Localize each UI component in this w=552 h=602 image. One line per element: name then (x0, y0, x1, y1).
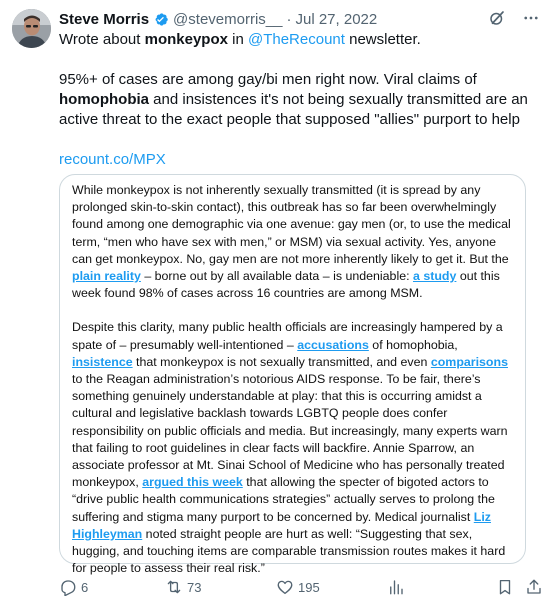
reply-icon (61, 580, 76, 596)
author-name[interactable]: Steve Morris (59, 11, 149, 28)
bookmark-button[interactable] (496, 576, 514, 598)
share-button[interactable] (525, 576, 543, 598)
avatar[interactable] (12, 9, 51, 48)
like-icon (277, 580, 293, 595)
link-comparisons: comparisons (430, 354, 508, 369)
attached-image[interactable]: While monkeypox is not inherently sexual… (59, 174, 526, 575)
tweet-text: Wrote about monkeypox in @TheRecount new… (59, 30, 541, 170)
bookmark-icon (499, 579, 511, 595)
views-icon (390, 580, 403, 595)
action-bar: 6 73 195 (59, 576, 541, 598)
tweet-header: Steve Morris @stevemorris__ · Jul 27, 20… (59, 9, 540, 29)
bold-homophobia: homophobia (59, 91, 149, 108)
more-options-icon[interactable] (522, 9, 540, 27)
text-segment: in (227, 31, 248, 48)
text-segment: newsletter. (344, 31, 421, 48)
tweet-date[interactable]: Jul 27, 2022 (295, 11, 377, 28)
like-button[interactable]: 195 (276, 576, 320, 598)
text-segment: that monkeypox is not sexually transmitt… (132, 354, 431, 369)
link-accusations: accusations (297, 337, 369, 352)
link-plain-reality: plain reality (72, 269, 141, 284)
text-segment: to the Reagan administration’s notorious… (72, 372, 508, 490)
avatar-photo (12, 9, 51, 48)
reply-count: 6 (81, 579, 89, 595)
author-handle[interactable]: @stevemorris__ (173, 11, 282, 28)
text-segment: – borne out by all available data – is u… (140, 269, 413, 284)
reply-button[interactable]: 6 (59, 576, 88, 598)
tweet-line-1: Wrote about monkeypox in @TheRecount new… (59, 30, 541, 50)
text-segment: 95%+ of cases are among gay/bi men right… (59, 71, 477, 88)
link-argued-this-week: argued this week (142, 475, 243, 490)
separator-dot: · (286, 10, 292, 28)
text-segment: While monkeypox is not inherently sexual… (72, 183, 511, 266)
grok-icon[interactable] (488, 9, 506, 27)
views-button[interactable] (387, 576, 405, 598)
retweet-button[interactable]: 73 (165, 576, 201, 598)
link-insistence: insistence (72, 354, 133, 369)
like-count: 195 (298, 579, 320, 595)
mention-therecount[interactable]: @TheRecount (248, 31, 345, 48)
verified-badge-icon (155, 12, 168, 26)
retweet-count: 73 (187, 579, 202, 595)
excerpt-paragraph-2: Despite this clarity, many public health… (72, 319, 513, 577)
tweet-link[interactable]: recount.co/MPX (59, 151, 166, 168)
text-segment: Wrote about (59, 31, 145, 48)
text-segment: of homophobia, (368, 337, 458, 352)
bold-monkeypox: monkeypox (144, 31, 228, 48)
retweet-icon (167, 580, 181, 594)
excerpt-paragraph-1: While monkeypox is not inherently sexual… (72, 182, 513, 302)
tweet-paragraph-2: 95%+ of cases are among gay/bi men right… (59, 70, 541, 130)
share-icon (527, 579, 541, 594)
link-a-study: a study (412, 269, 457, 284)
